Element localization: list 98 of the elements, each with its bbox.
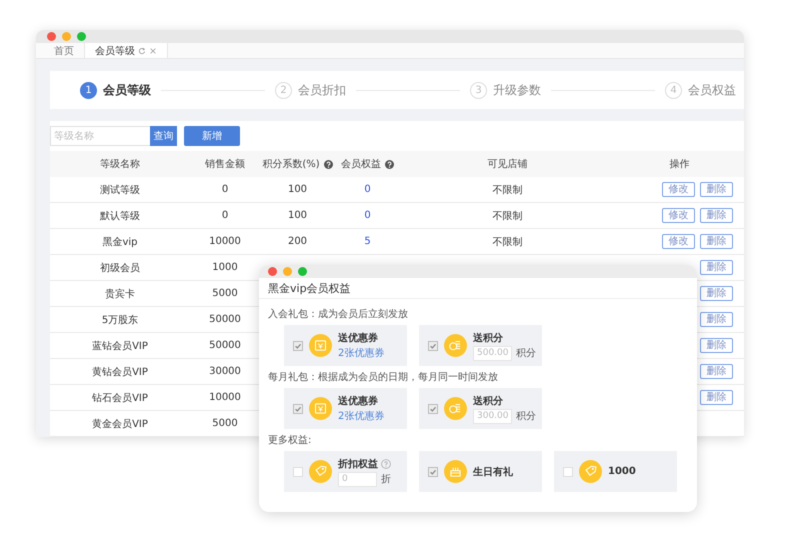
checkbox[interactable]	[563, 466, 573, 476]
close-dot[interactable]	[268, 267, 277, 276]
section-label: 更多权益:	[268, 435, 312, 447]
checkmark-icon	[429, 468, 437, 476]
delete-button[interactable]: 删除	[700, 312, 733, 327]
table-cell: 200	[288, 236, 308, 247]
step-label[interactable]: 会员折扣	[298, 82, 346, 98]
table-cell-text: 测试等级	[100, 184, 140, 196]
table-cell: 10000	[209, 392, 241, 403]
table-cell: 5000	[212, 288, 238, 299]
minimize-dot[interactable]	[62, 32, 71, 42]
delete-button[interactable]: 删除	[700, 390, 733, 405]
help-icon[interactable]	[324, 160, 333, 168]
table-cell: 0	[222, 184, 228, 195]
close-dot[interactable]	[47, 32, 56, 42]
column-header: 会员权益	[341, 158, 381, 171]
step-number: 3	[470, 82, 487, 98]
table-cell-text: 不限制	[492, 236, 522, 248]
step-label[interactable]: 会员等级	[103, 82, 151, 98]
table-cell: 10000	[209, 236, 241, 247]
column-header: 积分系数(%)	[262, 158, 320, 171]
benefit-title: 送积分	[473, 394, 503, 408]
delete-button[interactable]: 删除	[700, 364, 733, 379]
step-number: 2	[275, 82, 292, 98]
ticket-icon	[309, 397, 332, 420]
cake-icon	[444, 460, 467, 483]
section-label: 入会礼包：成为会员后立刻发放	[268, 309, 409, 321]
section-label: 每月礼包：根据成为会员的日期，每月同一时间发放	[268, 372, 499, 384]
benefits-link[interactable]: 0	[364, 210, 371, 221]
step-label[interactable]: 会员权益	[688, 82, 736, 98]
delete-button[interactable]: 删除	[700, 338, 733, 353]
edit-button[interactable]: 修改	[662, 208, 695, 223]
step-number: 4	[665, 82, 682, 98]
coins-icon	[444, 397, 467, 420]
delete-button[interactable]: 删除	[700, 182, 733, 197]
table-cell: 5000	[212, 418, 238, 429]
ticket-icon	[309, 334, 332, 357]
unit-label: 积分	[516, 410, 536, 423]
table-cell-text: 黄金会员VIP	[92, 418, 148, 430]
refresh-icon[interactable]	[138, 46, 146, 55]
benefit-title: 送积分	[473, 332, 503, 344]
step-label[interactable]: 升级参数	[493, 82, 541, 98]
table-cell: 50000	[209, 340, 241, 351]
maximize-dot[interactable]	[77, 32, 86, 42]
table-cell-text: 贵宾卡	[105, 288, 135, 300]
table-cell-text: 蓝钻会员VIP	[92, 340, 148, 352]
table-cell: 1000	[212, 262, 238, 273]
checkmark-icon	[429, 342, 437, 350]
delete-button[interactable]: 删除	[700, 208, 733, 223]
benefit-title: 1000	[608, 466, 636, 477]
step-number: 1	[80, 82, 97, 98]
help-icon[interactable]	[385, 160, 394, 168]
table-cell: 100	[288, 210, 308, 221]
column-header: 销售金额	[205, 158, 245, 171]
minimize-dot[interactable]	[283, 267, 292, 276]
edit-button[interactable]: 修改	[662, 182, 695, 197]
maximize-dot[interactable]	[298, 267, 307, 276]
benefit-title: 折扣权益	[338, 458, 378, 470]
table-cell-text: 5万股东	[102, 314, 138, 326]
delete-button[interactable]: 删除	[700, 260, 733, 275]
add-button[interactable]: 新增	[184, 126, 240, 146]
table-cell: 100	[288, 184, 308, 195]
table-cell-text: 黄钻会员VIP	[92, 366, 148, 378]
edit-button[interactable]: 修改	[662, 234, 695, 249]
column-header: 操作	[670, 158, 690, 171]
benefit-title: 送优惠券	[338, 394, 379, 408]
table-cell: 0	[222, 210, 228, 221]
benefits-link[interactable]: 5	[364, 236, 371, 247]
search-button[interactable]: 查询	[150, 126, 177, 146]
table-cell-text: 默认等级	[100, 210, 140, 222]
dialog-title: 黑金vip会员权益	[259, 278, 697, 299]
checkmark-icon	[429, 404, 437, 412]
amount-field[interactable]: 0	[338, 472, 377, 486]
benefits-link[interactable]: 0	[364, 184, 371, 195]
table-cell: 30000	[209, 366, 241, 377]
coins-icon	[444, 334, 467, 357]
tag-icon	[309, 460, 332, 483]
table-cell: 50000	[209, 314, 241, 325]
column-header: 可见店铺	[488, 158, 528, 171]
tab[interactable]: 会员等级	[85, 43, 168, 58]
unit-label: 折	[381, 473, 391, 486]
search-field[interactable]: 等级名称	[50, 126, 150, 146]
checkmark-icon	[294, 404, 302, 412]
table-cell-text: 不限制	[492, 184, 522, 196]
table-cell-text: 钻石会员VIP	[92, 392, 148, 404]
checkbox[interactable]	[293, 466, 303, 476]
tag-icon	[579, 460, 602, 483]
delete-button[interactable]: 删除	[700, 286, 733, 301]
benefit-title: 生日有礼	[473, 466, 513, 478]
checkmark-icon	[294, 342, 302, 350]
column-header: 等级名称	[100, 158, 140, 171]
close-icon[interactable]	[149, 46, 157, 55]
unit-label: 积分	[516, 347, 536, 360]
table-cell-text: 不限制	[492, 210, 522, 222]
table-cell-text: 初级会员	[100, 262, 140, 274]
delete-button[interactable]: 删除	[700, 234, 733, 249]
benefit-title: 送优惠券	[338, 332, 379, 345]
table-cell-text: 黑金vip	[102, 236, 138, 248]
